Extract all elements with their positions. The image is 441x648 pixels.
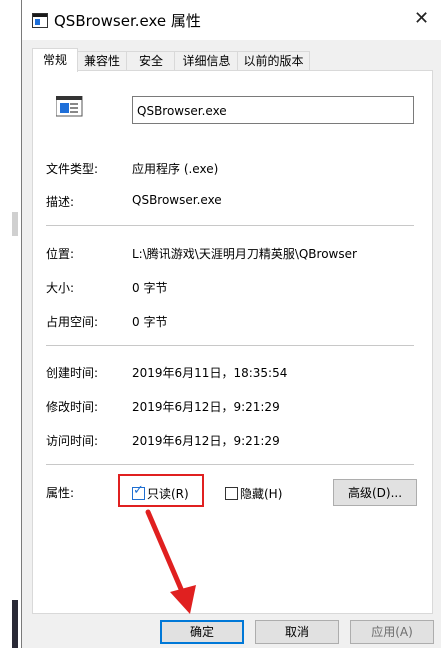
hidden-label[interactable]: 隐藏(H) (240, 485, 282, 502)
modified-label: 修改时间: (46, 400, 99, 414)
modified-value: 2019年6月12日，9:21:29 (132, 400, 280, 414)
accessed-value: 2019年6月12日，9:21:29 (132, 434, 280, 448)
attributes-label: 属性: (46, 486, 75, 500)
readonly-label[interactable]: 只读(R) (147, 485, 189, 502)
background-left-strip (0, 0, 21, 648)
close-icon[interactable]: ✕ (414, 8, 429, 29)
created-value: 2019年6月11日，18:35:54 (132, 366, 288, 380)
location-value: L:\腾讯游戏\天涯明月刀精英服\QBrowser (132, 247, 357, 261)
tab-security[interactable]: 安全 (126, 51, 176, 71)
size-value: 0 字节 (132, 281, 168, 295)
file-name-field[interactable]: QSBrowser.exe (132, 96, 414, 124)
ok-button[interactable]: 确定 (160, 620, 244, 644)
disk-size-label: 占用空间: (46, 315, 99, 329)
background-scroll-mark (12, 212, 18, 236)
separator (46, 464, 414, 465)
disk-size-value: 0 字节 (132, 315, 168, 329)
window-icon (32, 13, 48, 28)
tab-general[interactable]: 常规 (32, 48, 78, 72)
exe-file-icon (56, 96, 83, 117)
window-title: QSBrowser.exe 属性 (54, 12, 201, 30)
readonly-checkbox[interactable]: ✓ (132, 483, 145, 500)
accessed-label: 访问时间: (46, 434, 99, 448)
advanced-button[interactable]: 高级(D)... (333, 479, 417, 506)
general-panel (32, 70, 433, 614)
location-label: 位置: (46, 247, 75, 261)
tab-previous-versions[interactable]: 以前的版本 (237, 51, 310, 71)
description-label: 描述: (46, 195, 75, 209)
properties-dialog: QSBrowser.exe 属性 ✕ 常规 兼容性 安全 详细信息 以前的版本 … (21, 0, 441, 648)
check-icon: ✓ (133, 483, 144, 498)
tab-details[interactable]: 详细信息 (174, 51, 239, 71)
cancel-button[interactable]: 取消 (255, 620, 339, 644)
file-type-label: 文件类型: (46, 162, 99, 176)
tab-compatibility[interactable]: 兼容性 (76, 51, 128, 71)
size-label: 大小: (46, 281, 75, 295)
background-dark-strip (12, 600, 18, 648)
separator (46, 345, 414, 346)
description-value: QSBrowser.exe (132, 193, 222, 207)
apply-button[interactable]: 应用(A) (350, 620, 434, 644)
title-bar[interactable]: QSBrowser.exe 属性 ✕ (22, 0, 441, 40)
hidden-checkbox[interactable] (225, 487, 238, 500)
separator (46, 225, 414, 226)
file-type-value: 应用程序 (.exe) (132, 162, 219, 176)
created-label: 创建时间: (46, 366, 99, 380)
